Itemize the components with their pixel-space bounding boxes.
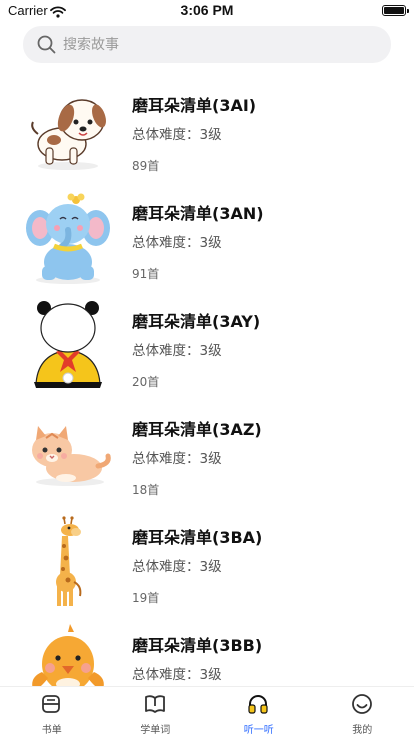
- story-count: 91首: [132, 267, 160, 281]
- smiley-icon: [351, 694, 372, 714]
- story-list[interactable]: 磨耳朵清单(3AI) 总体难度：3级 89首 磨耳朵清单(3AN) 总体难度：3…: [0, 76, 414, 686]
- story-difficulty: 总体难度：3级: [132, 343, 222, 359]
- tab-profile[interactable]: 我的: [311, 687, 414, 736]
- cat-icon: [32, 426, 111, 486]
- story-difficulty: 总体难度：3级: [132, 127, 222, 143]
- search-bar[interactable]: [23, 26, 391, 63]
- elephant-icon: [26, 193, 110, 284]
- story-title: 磨耳朵清单(3BB): [132, 636, 263, 655]
- status-bar: Carrier 3:06 PM: [0, 0, 414, 22]
- story-count: 19首: [132, 591, 160, 605]
- story-list-item[interactable]: 磨耳朵清单(3BA) 总体难度：3级 19首: [0, 508, 414, 616]
- story-title: 磨耳朵清单(3BA): [132, 528, 263, 547]
- tab-label: 听一听: [243, 725, 274, 736]
- search-icon: [37, 35, 56, 54]
- tab-vocabulary[interactable]: 学单词: [104, 687, 208, 736]
- tab-label: 书单: [41, 725, 62, 736]
- story-difficulty: 总体难度：3级: [132, 235, 222, 251]
- story-list-item[interactable]: 磨耳朵清单(3AZ) 总体难度：3级 18首: [0, 400, 414, 508]
- story-count: 20首: [132, 375, 160, 389]
- tab-bar: 书单 学单词 听一听 我的: [0, 686, 414, 736]
- tab-label: 学单词: [140, 725, 171, 736]
- story-title: 磨耳朵清单(3AZ): [132, 420, 262, 439]
- status-time: 3:06 PM: [180, 2, 234, 18]
- story-count: 18首: [132, 483, 160, 497]
- tab-listen[interactable]: 听一听: [207, 687, 311, 736]
- puppy-icon: [31, 99, 106, 170]
- story-list-item[interactable]: 磨耳朵清单(3AI) 总体难度：3级 89首: [0, 76, 414, 184]
- bird-icon: [32, 624, 104, 686]
- story-difficulty: 总体难度：3级: [132, 451, 222, 467]
- panda-icon: [34, 301, 102, 388]
- story-list-item[interactable]: 磨耳朵清单(3AY) 总体难度：3级 20首: [0, 292, 414, 400]
- story-difficulty: 总体难度：3级: [132, 559, 222, 575]
- story-difficulty: 总体难度：3级: [132, 667, 222, 683]
- story-title: 磨耳朵清单(3AY): [132, 312, 261, 331]
- headphones-icon: [248, 695, 268, 714]
- story-count: 89首: [132, 159, 160, 173]
- story-title: 磨耳朵清单(3AI): [132, 96, 257, 115]
- story-title: 磨耳朵清单(3AN): [132, 204, 264, 223]
- search-input[interactable]: [63, 26, 373, 63]
- story-list-item[interactable]: 磨耳朵清单(3AN) 总体难度：3级 91首: [0, 184, 414, 292]
- book-icon: [144, 695, 165, 713]
- tab-booklist[interactable]: 书单: [0, 687, 104, 736]
- tab-label: 我的: [352, 725, 373, 736]
- booklist-icon: [42, 695, 60, 713]
- battery-icon: [382, 5, 409, 16]
- story-list-item[interactable]: 磨耳朵清单(3BB) 总体难度：3级: [0, 616, 414, 686]
- giraffe-icon: [56, 516, 82, 606]
